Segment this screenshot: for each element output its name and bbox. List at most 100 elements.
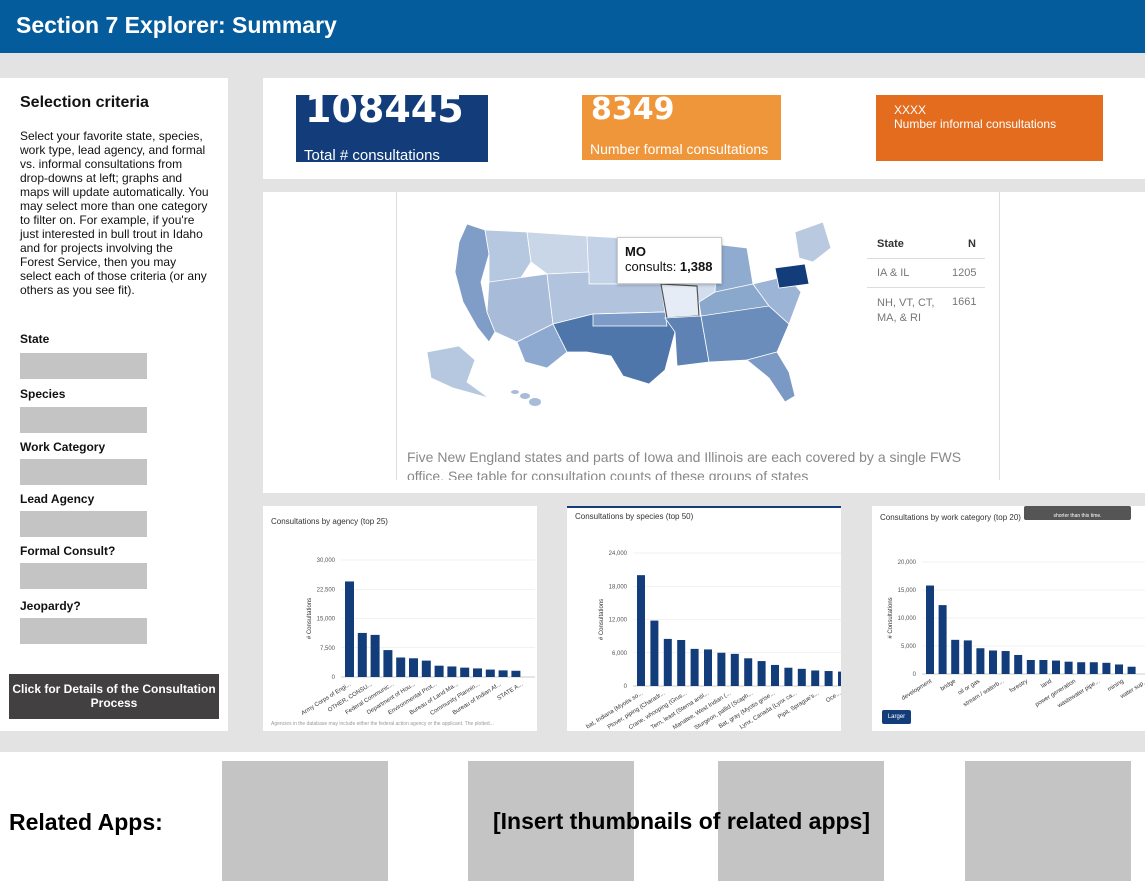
table-header-state: State bbox=[877, 238, 904, 250]
bar[interactable] bbox=[951, 639, 960, 674]
bar[interactable] bbox=[409, 658, 418, 677]
bar[interactable] bbox=[1077, 662, 1086, 674]
bar[interactable] bbox=[1127, 666, 1136, 674]
species-chart-card: Consultations by species (top 50) 24,000… bbox=[567, 506, 841, 731]
bar[interactable] bbox=[396, 657, 406, 678]
region-oklahoma bbox=[592, 311, 668, 327]
bar[interactable] bbox=[357, 632, 367, 677]
bar[interactable] bbox=[757, 661, 766, 686]
region-northwest bbox=[484, 229, 532, 285]
bar[interactable] bbox=[771, 664, 779, 686]
x-tick-label: land bbox=[1040, 679, 1053, 690]
x-tick-label: Pipit, Sprague's... bbox=[777, 690, 820, 720]
y-tick-label: 10,000 bbox=[898, 616, 917, 622]
lead-agency-dropdown[interactable] bbox=[20, 511, 147, 537]
table-cell-state: NH, VT, CT, MA, & RI bbox=[877, 297, 935, 324]
stats-panel: 108445 Total # consultations 8349 Number… bbox=[263, 78, 1145, 179]
bar[interactable] bbox=[838, 671, 841, 686]
bar[interactable] bbox=[1064, 661, 1073, 674]
bar[interactable] bbox=[797, 668, 806, 686]
bar[interactable] bbox=[1115, 664, 1123, 674]
bar[interactable] bbox=[976, 648, 985, 674]
bar[interactable] bbox=[498, 670, 508, 677]
tooltip-state: MO bbox=[625, 244, 646, 259]
region-alaska bbox=[426, 345, 490, 399]
bar[interactable] bbox=[434, 665, 444, 677]
total-consultations-box: 108445 Total # consultations bbox=[296, 95, 488, 162]
bar[interactable] bbox=[926, 585, 934, 674]
bar[interactable] bbox=[345, 581, 354, 677]
formal-consultations-label: Number formal consultations bbox=[590, 141, 769, 157]
informal-consultations-box: XXXX Number informal consultations bbox=[876, 95, 1103, 161]
tooltip-prefix: consults: bbox=[625, 259, 680, 274]
state-label: State bbox=[20, 332, 50, 346]
bar[interactable] bbox=[370, 634, 380, 677]
agency-chart-card: Consultations by agency (top 25) 30,000 2… bbox=[263, 506, 537, 731]
bar[interactable] bbox=[1001, 651, 1010, 674]
bar[interactable] bbox=[511, 670, 521, 677]
y-tick-label: 18,000 bbox=[609, 584, 628, 590]
bar[interactable] bbox=[663, 638, 672, 686]
bar[interactable] bbox=[963, 640, 972, 674]
bar[interactable] bbox=[383, 650, 393, 677]
bar[interactable] bbox=[744, 658, 753, 686]
y-tick-label: 0 bbox=[913, 672, 917, 678]
bar[interactable] bbox=[473, 668, 482, 677]
sidebar-intro: Select your favorite state, species, wor… bbox=[20, 129, 209, 297]
x-tick-label: development bbox=[901, 678, 934, 701]
bar[interactable] bbox=[730, 653, 739, 686]
informal-consultations-value: XXXX bbox=[894, 103, 927, 117]
x-tick-label: wastewater pipe... bbox=[1056, 678, 1101, 709]
jeopardy-dropdown[interactable] bbox=[20, 618, 147, 644]
related-app-thumbnail[interactable] bbox=[965, 761, 1131, 881]
map-tooltip: MO consults: 1,388 bbox=[617, 237, 722, 284]
formal-consult-dropdown[interactable] bbox=[20, 563, 147, 589]
species-chart: 24,00018,00012,0006,0000# Consultationsb… bbox=[585, 551, 841, 731]
bar[interactable] bbox=[447, 666, 457, 677]
map-container: MO consults: 1,388 State N IA & IL 1205 … bbox=[396, 192, 1000, 480]
bar[interactable] bbox=[1052, 660, 1060, 674]
bar[interactable] bbox=[650, 620, 659, 686]
bar[interactable] bbox=[1089, 662, 1098, 674]
y-tick-label: 22,500 bbox=[317, 587, 336, 593]
bar[interactable] bbox=[421, 660, 431, 677]
bar[interactable] bbox=[938, 605, 947, 674]
species-dropdown[interactable] bbox=[20, 407, 147, 433]
formal-consultations-value: 8349 bbox=[591, 95, 675, 127]
bar[interactable] bbox=[637, 575, 645, 686]
y-tick-label: 7,500 bbox=[320, 646, 336, 652]
consultation-details-button[interactable]: Click for Details of the Consultation Pr… bbox=[9, 674, 219, 719]
sidebar-title: Selection criteria bbox=[20, 94, 149, 111]
table-row: IA & IL 1205 bbox=[867, 258, 985, 287]
bar[interactable] bbox=[717, 652, 726, 686]
bar[interactable] bbox=[704, 649, 712, 686]
bar[interactable] bbox=[690, 648, 699, 686]
bar[interactable] bbox=[1102, 662, 1111, 674]
bar[interactable] bbox=[485, 669, 495, 677]
formal-consult-label: Formal Consult? bbox=[20, 544, 116, 558]
bar[interactable] bbox=[1039, 660, 1048, 674]
informal-consultations-label: Number informal consultations bbox=[894, 117, 1057, 131]
bar[interactable] bbox=[1014, 654, 1023, 674]
table-row: NH, VT, CT, MA, & RI 1661 bbox=[867, 287, 985, 347]
app-header: Section 7 Explorer: Summary bbox=[0, 0, 1145, 53]
bar[interactable] bbox=[784, 667, 793, 686]
bar[interactable] bbox=[811, 670, 820, 686]
bar[interactable] bbox=[824, 671, 833, 686]
state-dropdown[interactable] bbox=[20, 353, 147, 379]
formal-consultations-box: 8349 Number formal consultations bbox=[582, 95, 781, 160]
bar[interactable] bbox=[677, 640, 686, 686]
y-tick-label: 15,000 bbox=[317, 617, 336, 623]
region-hawaii bbox=[511, 390, 541, 406]
table-cell-n: 1661 bbox=[952, 296, 977, 308]
work-category-label: Work Category bbox=[20, 440, 106, 454]
related-app-thumbnail[interactable] bbox=[222, 761, 388, 881]
related-apps-title: Related Apps: bbox=[9, 809, 163, 835]
bar[interactable] bbox=[1026, 660, 1035, 674]
larger-button[interactable]: Larger bbox=[882, 710, 911, 724]
bar[interactable] bbox=[989, 650, 997, 674]
work-category-dropdown[interactable] bbox=[20, 459, 147, 485]
bar[interactable] bbox=[460, 667, 470, 677]
jeopardy-label: Jeopardy? bbox=[20, 599, 81, 613]
table-header-n: N bbox=[968, 238, 976, 250]
